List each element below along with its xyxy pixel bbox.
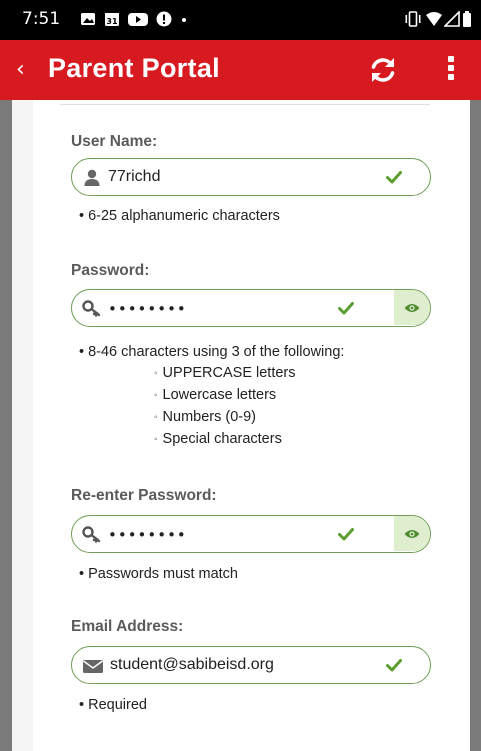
email-field[interactable]: student@sabibeisd.org (71, 646, 431, 684)
page-title: Parent Portal (48, 53, 220, 83)
reenter-password-value: •••••••• (108, 526, 187, 544)
check-icon (386, 171, 402, 184)
key-icon (82, 300, 101, 317)
envelope-icon (83, 660, 103, 673)
refresh-icon[interactable] (368, 55, 398, 85)
overflow-menu-icon[interactable] (446, 56, 456, 84)
show-password-button[interactable] (394, 516, 430, 551)
password-label: Password: (71, 262, 150, 279)
signal-icon (444, 11, 460, 27)
alert-icon (156, 11, 172, 27)
password-rule-item: ◦ UPPERCASE letters (154, 365, 296, 381)
key-icon (82, 526, 101, 543)
password-field[interactable]: •••••••• (71, 289, 431, 327)
svg-text:31: 31 (106, 17, 118, 26)
email-value: student@sabibeisd.org (110, 656, 274, 673)
back-arrow-icon[interactable]: ‹ (16, 56, 25, 84)
wifi-icon (426, 12, 442, 26)
reenter-password-field[interactable]: •••••••• (71, 515, 431, 553)
check-icon (338, 302, 354, 315)
user-name-label: User Name: (71, 133, 158, 150)
youtube-icon (128, 13, 148, 26)
user-name-value: 77richd (108, 168, 161, 185)
notification-dot (182, 18, 186, 22)
battery-icon (463, 11, 471, 27)
user-icon (84, 169, 100, 186)
check-icon (338, 528, 354, 541)
divider (60, 104, 430, 105)
reenter-password-hint: • Passwords must match (79, 566, 238, 582)
reenter-password-label: Re-enter Password: (71, 487, 217, 504)
app-bar: ‹ Parent Portal (0, 40, 481, 100)
password-rule-item: ◦ Numbers (0-9) (154, 409, 257, 425)
password-hint: • 8-46 characters using 3 of the followi… (79, 344, 345, 360)
show-password-button[interactable] (394, 290, 430, 325)
email-label: Email Address: (71, 618, 184, 635)
password-rule-item: ◦ Lowercase letters (154, 387, 277, 403)
password-rule-item: ◦ Special characters (154, 431, 282, 447)
password-value: •••••••• (108, 300, 187, 318)
status-time: 7:51 (22, 9, 61, 29)
vibrate-icon (405, 11, 421, 27)
user-name-field[interactable]: 77richd (71, 158, 431, 196)
check-icon (386, 659, 402, 672)
status-bar: 7:51 31 (0, 0, 481, 40)
calendar-icon: 31 (105, 13, 119, 26)
email-hint: • Required (79, 697, 147, 713)
eye-icon (404, 304, 420, 312)
eye-icon (404, 530, 420, 538)
user-name-hint: • 6-25 alphanumeric characters (79, 208, 280, 224)
image-icon (81, 13, 95, 25)
